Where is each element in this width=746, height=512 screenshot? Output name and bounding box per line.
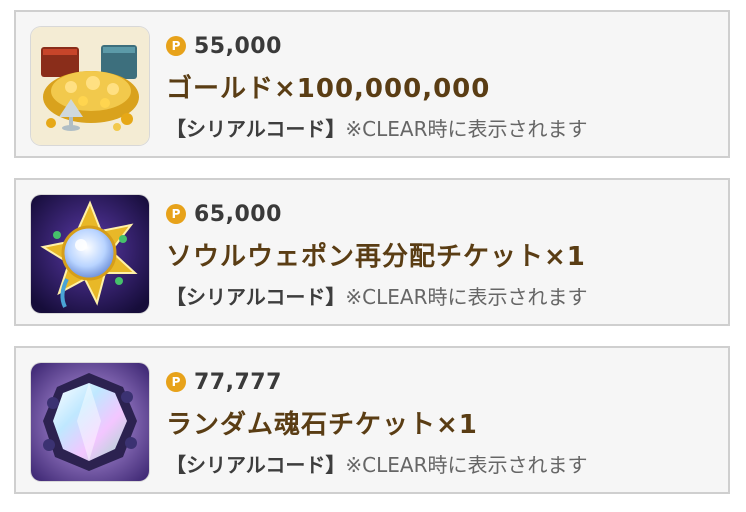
serial-code-note: 【シリアルコード】※CLEAR時に表示されます — [166, 449, 718, 478]
reward-info: P 77,777 ランダム魂石チケット×1 【シリアルコード】※CLEAR時に表… — [166, 364, 718, 478]
serial-code-note: 【シリアルコード】※CLEAR時に表示されます — [166, 113, 718, 142]
price-label: 65,000 — [194, 201, 282, 227]
soul-stone-ticket-icon — [31, 363, 149, 481]
serial-code-note: 【シリアルコード】※CLEAR時に表示されます — [166, 281, 718, 310]
serial-code-hint: ※CLEAR時に表示されます — [345, 285, 588, 309]
price-row: P 65,000 — [166, 196, 718, 232]
item-name: ソウルウェポン再分配チケット×1 — [166, 242, 586, 272]
reward-item-gold[interactable]: P 55,000 ゴールド×100,000,000 【シリアルコード】※CLEA… — [14, 10, 730, 158]
item-name: ランダム魂石チケット×1 — [166, 410, 478, 440]
price-row: P 55,000 — [166, 28, 718, 64]
reward-list: P 55,000 ゴールド×100,000,000 【シリアルコード】※CLEA… — [0, 0, 746, 512]
reward-item-soul-weapon-ticket[interactable]: P 65,000 ソウルウェポン再分配チケット×1 【シリアルコード】※CLEA… — [14, 178, 730, 326]
price-label: 55,000 — [194, 33, 282, 59]
soul-weapon-ticket-icon — [31, 195, 149, 313]
reward-item-soul-stone-ticket[interactable]: P 77,777 ランダム魂石チケット×1 【シリアルコード】※CLEAR時に表… — [14, 346, 730, 494]
serial-code-hint: ※CLEAR時に表示されます — [345, 453, 588, 477]
reward-info: P 55,000 ゴールド×100,000,000 【シリアルコード】※CLEA… — [166, 28, 718, 142]
point-coin-icon: P — [166, 204, 186, 224]
point-coin-icon: P — [166, 372, 186, 392]
serial-code-label: 【シリアルコード】 — [166, 453, 346, 477]
price-row: P 77,777 — [166, 364, 718, 400]
point-coin-icon: P — [166, 36, 186, 56]
serial-code-label: 【シリアルコード】 — [166, 117, 346, 141]
price-label: 77,777 — [194, 369, 282, 395]
reward-info: P 65,000 ソウルウェポン再分配チケット×1 【シリアルコード】※CLEA… — [166, 196, 718, 310]
item-name: ゴールド×100,000,000 — [166, 74, 491, 104]
serial-code-label: 【シリアルコード】 — [166, 285, 346, 309]
serial-code-hint: ※CLEAR時に表示されます — [345, 117, 588, 141]
gold-treasure-icon — [31, 27, 149, 145]
